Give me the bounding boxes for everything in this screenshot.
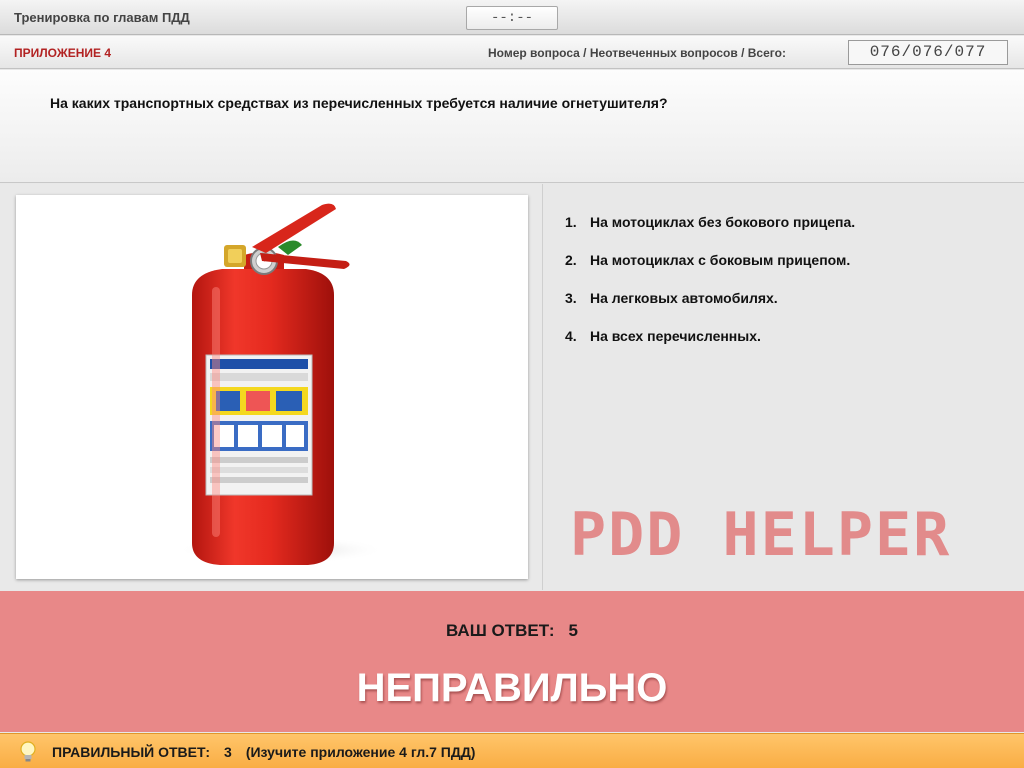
question-counter-label: Номер вопроса / Неотвеченных вопросов / … — [488, 46, 786, 60]
answer-text: На легковых автомобилях. — [590, 290, 778, 306]
timer-display: --:-- — [466, 6, 558, 30]
answer-option-1[interactable]: 1. На мотоциклах без бокового прицепа. — [565, 214, 855, 230]
answer-number: 4. — [565, 328, 577, 344]
correct-answer-bar: ПРАВИЛЬНЫЙ ОТВЕТ: 3 (Изучите приложение 4 … — [0, 733, 1024, 768]
study-hint: (Изучите приложение 4 гл.7 ПДД) — [245, 744, 476, 760]
answer-option-3[interactable]: 3. На легковых автомобилях. — [565, 290, 778, 306]
question-area: На каких транспортных средствах из переч… — [0, 70, 1024, 183]
correct-answer-value: 3 — [224, 744, 232, 760]
answer-number: 3. — [565, 290, 577, 306]
your-answer: ВАШ ОТВЕТ: 5 — [0, 621, 1024, 641]
lightbulb-icon — [20, 741, 36, 762]
answer-number: 2. — [565, 252, 577, 268]
question-counter: 076/076/077 — [848, 40, 1008, 65]
image-panel — [0, 184, 543, 590]
answer-text: На мотоциклах с боковым прицепом. — [590, 252, 851, 268]
verdict-text: НЕПРАВИЛЬНО — [356, 666, 668, 710]
answer-number: 1. — [565, 214, 577, 230]
fire-extinguisher-icon — [176, 203, 386, 565]
result-panel: ВАШ ОТВЕТ: 5 НЕПРАВИЛЬНО — [0, 591, 1024, 732]
app-title: Тренировка по главам ПДД — [14, 10, 190, 25]
info-bar: ПРИЛОЖЕНИЕ 4 Номер вопроса / Неотвеченны… — [0, 36, 1024, 69]
appendix-label: ПРИЛОЖЕНИЕ 4 — [14, 46, 112, 60]
answer-option-2[interactable]: 2. На мотоциклах с боковым прицепом. — [565, 252, 850, 268]
answers-panel: 1. На мотоциклах без бокового прицепа. 2.… — [544, 184, 1024, 590]
correct-answer-label: ПРАВИЛЬНЫЙ ОТВЕТ: — [52, 744, 211, 760]
answer-text: На всех перечисленных. — [590, 328, 761, 344]
answer-text: На мотоциклах без бокового прицепа. — [590, 214, 856, 230]
watermark-logo: PDD HELPER — [570, 500, 952, 570]
your-answer-label: ВАШ ОТВЕТ: — [445, 621, 555, 640]
title-bar: Тренировка по главам ПДД --:-- — [0, 0, 1024, 35]
your-answer-value: 5 — [568, 621, 579, 640]
question-image — [16, 195, 528, 579]
answer-option-4[interactable]: 4. На всех перечисленных. — [565, 328, 761, 344]
question-text: На каких транспортных средствах из переч… — [50, 95, 668, 111]
correct-answer: ПРАВИЛЬНЫЙ ОТВЕТ: 3 (Изучите приложение 4 … — [52, 744, 475, 760]
